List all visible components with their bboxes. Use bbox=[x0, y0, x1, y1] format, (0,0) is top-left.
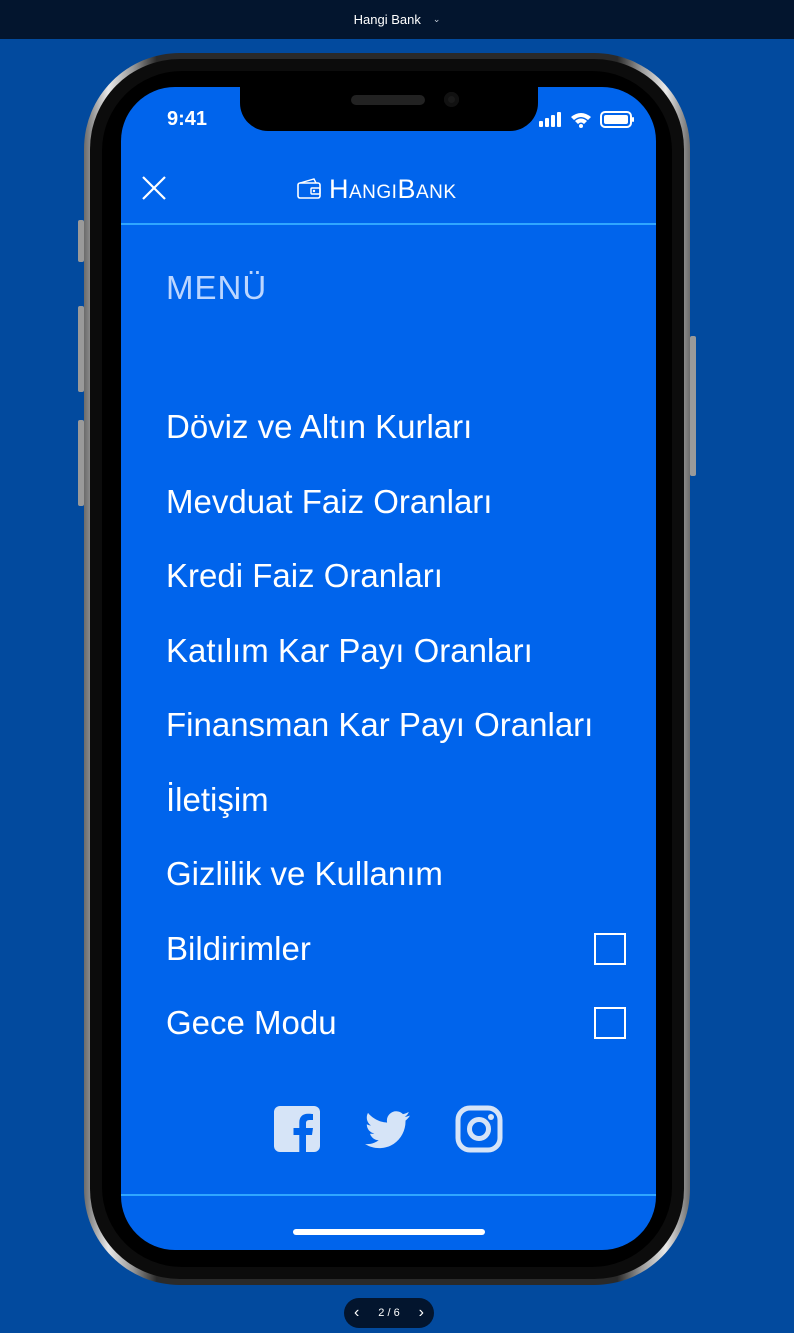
chevron-left-icon[interactable]: ‹ bbox=[354, 1304, 359, 1322]
menu-item-gizlilik[interactable]: Gizlilik ve Kullanım bbox=[166, 837, 626, 912]
menu-item-label: İletişim bbox=[166, 780, 269, 818]
mute-switch bbox=[78, 220, 84, 262]
notch bbox=[240, 87, 538, 131]
menu-item-label: Gece Modu bbox=[166, 1004, 337, 1042]
close-button[interactable] bbox=[139, 173, 169, 203]
menu-item-label: Kredi Faiz Oranları bbox=[166, 557, 443, 595]
menu-item-bildirimler[interactable]: Bildirimler bbox=[166, 912, 626, 987]
menu-item-label: Döviz ve Altın Kurları bbox=[166, 408, 473, 446]
app-screen: 9:41 HangiBank MENÜ Döviz ve Altın Kurla… bbox=[121, 87, 656, 1250]
social-links bbox=[273, 1105, 503, 1153]
night-mode-checkbox[interactable] bbox=[594, 1007, 626, 1040]
signal-wifi-battery-icon bbox=[539, 111, 634, 128]
menu-item-label: Bildirimler bbox=[166, 929, 311, 967]
instagram-icon[interactable] bbox=[455, 1105, 503, 1153]
menu-item-katilim[interactable]: Katılım Kar Payı Oranları bbox=[166, 614, 626, 689]
menu-item-label: Gizlilik ve Kullanım bbox=[166, 855, 443, 893]
facebook-icon[interactable] bbox=[273, 1105, 321, 1153]
menu-title: MENÜ bbox=[166, 269, 268, 306]
notifications-checkbox[interactable] bbox=[594, 932, 626, 965]
app-header: HangiBank bbox=[121, 145, 656, 225]
menu-item-gece-modu[interactable]: Gece Modu bbox=[166, 986, 626, 1061]
menu-item-mevduat[interactable]: Mevduat Faiz Oranları bbox=[166, 465, 626, 540]
logo-text: HangiBank bbox=[329, 173, 457, 204]
wallet-icon bbox=[297, 178, 321, 199]
power-button bbox=[690, 336, 696, 476]
menu-item-label: Finansman Kar Payı Oranları bbox=[166, 706, 594, 744]
status-icons bbox=[539, 109, 635, 129]
menu-item-iletisim[interactable]: İletişim bbox=[166, 763, 626, 838]
footer-divider bbox=[121, 1194, 656, 1196]
volume-up-button bbox=[78, 306, 84, 392]
volume-down-button bbox=[78, 420, 84, 506]
status-time: 9:41 bbox=[167, 108, 208, 130]
viewer-title-bar[interactable]: Hangi Bank ⌄ bbox=[0, 0, 794, 39]
twitter-icon[interactable] bbox=[364, 1105, 412, 1153]
menu-list: Döviz ve Altın Kurları Mevduat Faiz Oran… bbox=[166, 390, 626, 1061]
menu-item-kredi[interactable]: Kredi Faiz Oranları bbox=[166, 539, 626, 614]
screen-pager: ‹ 2 / 6 › bbox=[344, 1298, 434, 1328]
menu-item-label: Katılım Kar Payı Oranları bbox=[166, 631, 533, 669]
front-camera bbox=[444, 92, 459, 107]
menu-item-finansman[interactable]: Finansman Kar Payı Oranları bbox=[166, 688, 626, 763]
close-icon bbox=[142, 176, 166, 200]
menu-item-label: Mevduat Faiz Oranları bbox=[166, 482, 493, 520]
chevron-down-icon[interactable]: ⌄ bbox=[433, 14, 441, 25]
home-indicator[interactable] bbox=[293, 1229, 485, 1235]
chevron-right-icon[interactable]: › bbox=[419, 1304, 424, 1322]
speaker-grille bbox=[351, 95, 425, 105]
viewer-title: Hangi Bank bbox=[353, 12, 421, 27]
pager-text: 2 / 6 bbox=[378, 1307, 400, 1319]
app-logo: HangiBank bbox=[296, 173, 457, 205]
menu-item-doviz[interactable]: Döviz ve Altın Kurları bbox=[166, 390, 626, 465]
